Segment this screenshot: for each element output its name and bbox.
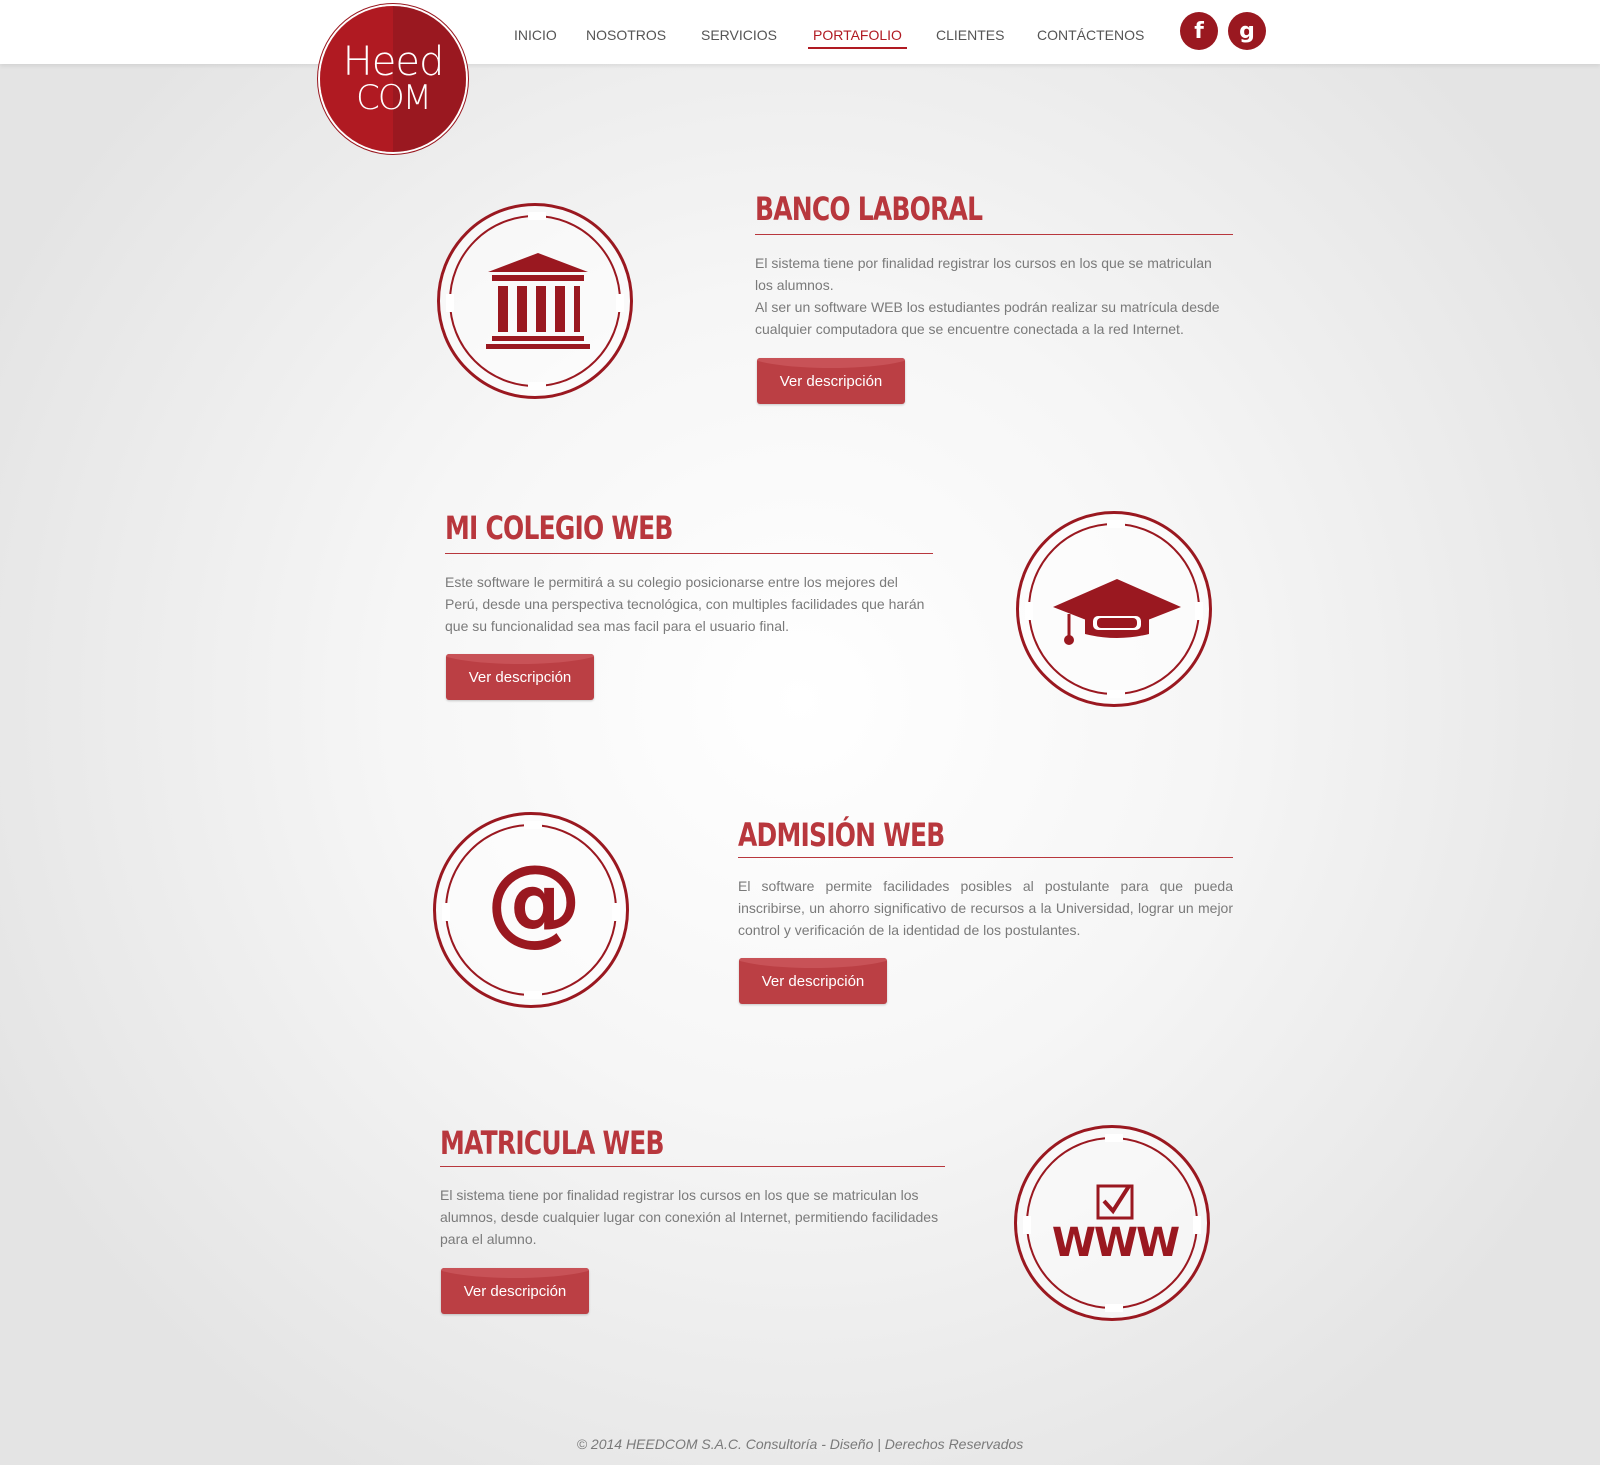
nav-item-inicio[interactable]: INICIO	[514, 27, 557, 43]
heedcom-logo[interactable]: Heed COM	[320, 6, 466, 152]
footer-copyright: © 2014 HEEDCOM S.A.C. Consultoría - Dise…	[576, 1436, 1024, 1452]
www-icon: WWW	[1051, 1220, 1180, 1266]
button-label: Ver descripción	[761, 972, 865, 990]
section-title-mi-colegio-web: MI COLEGIO WEB	[445, 509, 673, 547]
facebook-icon[interactable]: f	[1180, 12, 1218, 50]
button-label: Ver descripción	[468, 668, 572, 686]
section-description: El sistema tiene por finalidad registrar…	[440, 1184, 945, 1250]
graduation-badge	[1016, 511, 1212, 707]
graduation-cap-icon	[1053, 579, 1181, 645]
section-title-matricula-web: MATRICULA WEB	[440, 1124, 664, 1162]
google-glyph: g	[1239, 18, 1255, 44]
description-paragraph: El sistema tiene por finalidad registrar…	[440, 1187, 939, 1247]
facebook-glyph: f	[1194, 18, 1204, 44]
description-paragraph: El sistema tiene por finalidad registrar…	[755, 255, 1212, 293]
bank-badge	[437, 203, 633, 399]
logo-text-heed: Heed	[342, 39, 445, 85]
title-divider	[738, 857, 1233, 858]
section-description: El software permite facilidades posibles…	[738, 875, 1233, 941]
ring-gap	[524, 821, 542, 829]
button-label: Ver descripción	[463, 1282, 567, 1300]
nav-item-servicios[interactable]: SERVICIOS	[701, 27, 777, 43]
title-divider	[445, 553, 933, 554]
at-sign-badge: @	[433, 812, 629, 1008]
nav-item-portafolio[interactable]: PORTAFOLIO	[808, 27, 907, 49]
ver-descripcion-button[interactable]: Ver descripción	[739, 958, 887, 1004]
section-title-admision-web: ADMISIÓN WEB	[738, 816, 945, 854]
description-paragraph: El software permite facilidades posibles…	[738, 878, 1233, 938]
top-navigation-bar	[0, 0, 1600, 64]
button-label: Ver descripción	[779, 372, 883, 390]
www-badge: WWW	[1014, 1125, 1210, 1321]
ver-descripcion-button[interactable]: Ver descripción	[757, 358, 905, 404]
section-title-banco-laboral: BANCO LABORAL	[755, 190, 983, 228]
title-divider	[755, 234, 1233, 235]
ver-descripcion-button[interactable]: Ver descripción	[441, 1268, 589, 1314]
ring-gap	[524, 991, 542, 999]
description-paragraph: Este software le permitirá a su colegio …	[445, 574, 925, 634]
title-divider	[440, 1166, 945, 1167]
google-icon[interactable]: g	[1228, 12, 1266, 50]
section-description: El sistema tiene por finalidad registrar…	[755, 252, 1233, 340]
nav-item-contactenos[interactable]: CONTÁCTENOS	[1037, 27, 1144, 43]
at-sign-icon: @	[486, 844, 582, 956]
section-description: Este software le permitirá a su colegio …	[445, 571, 933, 637]
bank-icon	[486, 253, 590, 349]
ver-descripcion-button[interactable]: Ver descripción	[446, 654, 594, 700]
nav-item-clientes[interactable]: CLIENTES	[936, 27, 1004, 43]
logo-text-com: COM	[356, 78, 432, 118]
description-paragraph: Al ser un software WEB los estudiantes p…	[755, 299, 1220, 337]
nav-item-nosotros[interactable]: NOSOTROS	[586, 27, 666, 43]
